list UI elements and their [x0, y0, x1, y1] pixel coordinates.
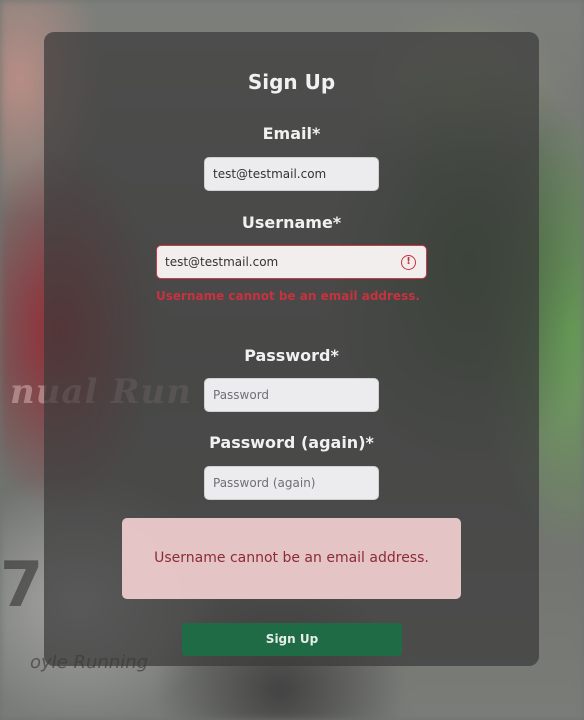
signup-card: Sign Up Email* test@testmail.com Usernam… — [44, 32, 539, 666]
password-again-field[interactable]: Password (again) — [204, 466, 379, 500]
email-label: Email* — [262, 124, 321, 143]
exclamation-circle-icon: ! — [401, 255, 416, 270]
email-field[interactable]: test@testmail.com — [204, 157, 379, 191]
username-value: test@testmail.com — [165, 255, 279, 269]
password-again-label: Password (again)* — [209, 433, 374, 452]
error-alert: Username cannot be an email address. — [122, 518, 461, 599]
page-title: Sign Up — [247, 70, 336, 94]
password-label: Password* — [244, 346, 339, 365]
sign-up-button[interactable]: Sign Up — [182, 623, 402, 656]
password-field[interactable]: Password — [204, 378, 379, 412]
username-field[interactable]: test@testmail.com ! — [156, 245, 427, 279]
background-bib-number: 7 — [0, 548, 44, 621]
username-label: Username* — [241, 213, 342, 232]
username-error-text: Username cannot be an email address. — [156, 289, 420, 303]
